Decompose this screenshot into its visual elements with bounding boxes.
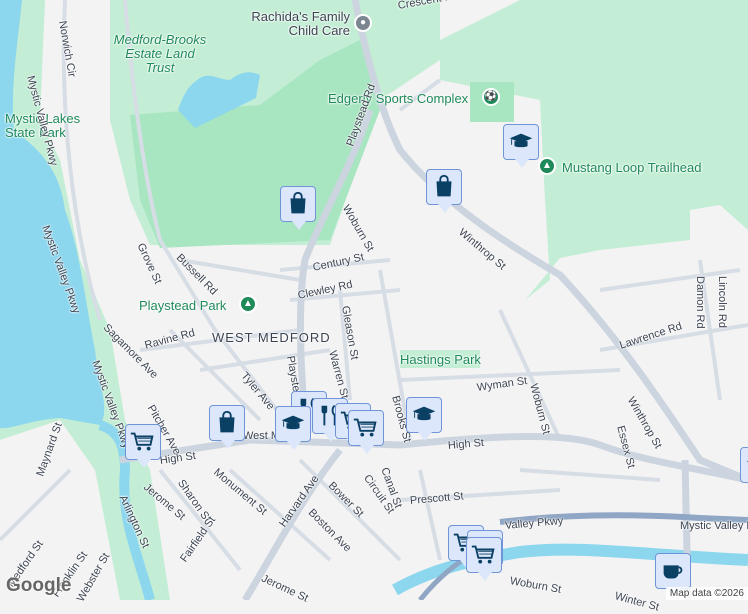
shopping-marker[interactable] (426, 169, 462, 213)
label-rachidas[interactable]: Rachida's Family Child Care (245, 10, 350, 38)
label-west-medford: WEST MEDFORD (212, 330, 331, 345)
grocery-marker[interactable] (125, 424, 161, 468)
school-icon (281, 415, 305, 430)
label-edgerly[interactable]: Edgerly Sports Complex (328, 91, 468, 106)
grocery-icon (130, 432, 154, 451)
google-logo: Google (6, 575, 72, 596)
street-label: Mystic Valley Pkwy (680, 520, 748, 532)
grocery-icon (471, 545, 495, 564)
school-marker[interactable] (503, 124, 539, 168)
shopping-marker[interactable] (209, 405, 245, 449)
cafe-icon (663, 565, 683, 579)
school-marker[interactable] (275, 406, 311, 450)
label-medford-brooks[interactable]: Medford-Brooks Estate Land Trust (110, 33, 210, 75)
playstead-park-pin-icon[interactable]: ▲ (239, 295, 257, 313)
sports-pin-icon[interactable]: ⚽ (482, 88, 500, 106)
shopping-icon (219, 410, 235, 433)
shopping-icon (290, 191, 306, 214)
shopping-icon (436, 174, 452, 197)
school-icon (746, 460, 748, 462)
grocery-icon (353, 418, 377, 437)
label-mustang[interactable]: Mustang Loop Trailhead (562, 160, 701, 175)
street-label: Damon Rd (694, 276, 706, 329)
school-icon (412, 406, 436, 421)
school-marker[interactable] (740, 447, 748, 483)
label-playstead-park[interactable]: Playstead Park (139, 298, 226, 313)
shopping-marker[interactable] (280, 186, 316, 230)
grocery-marker[interactable] (466, 537, 502, 581)
childcare-pin-icon[interactable]: ● (354, 14, 372, 32)
grocery-marker[interactable] (348, 410, 384, 454)
school-icon (509, 133, 533, 148)
street-label: Lincoln Rd (716, 276, 728, 328)
cafe-marker[interactable] (655, 553, 691, 597)
school-marker[interactable] (406, 397, 442, 441)
map-attribution[interactable]: Map data ©2026 (665, 587, 748, 600)
trailhead-pin-icon[interactable]: ▲ (538, 157, 556, 175)
label-hastings-park[interactable]: Hastings Park (400, 352, 481, 367)
